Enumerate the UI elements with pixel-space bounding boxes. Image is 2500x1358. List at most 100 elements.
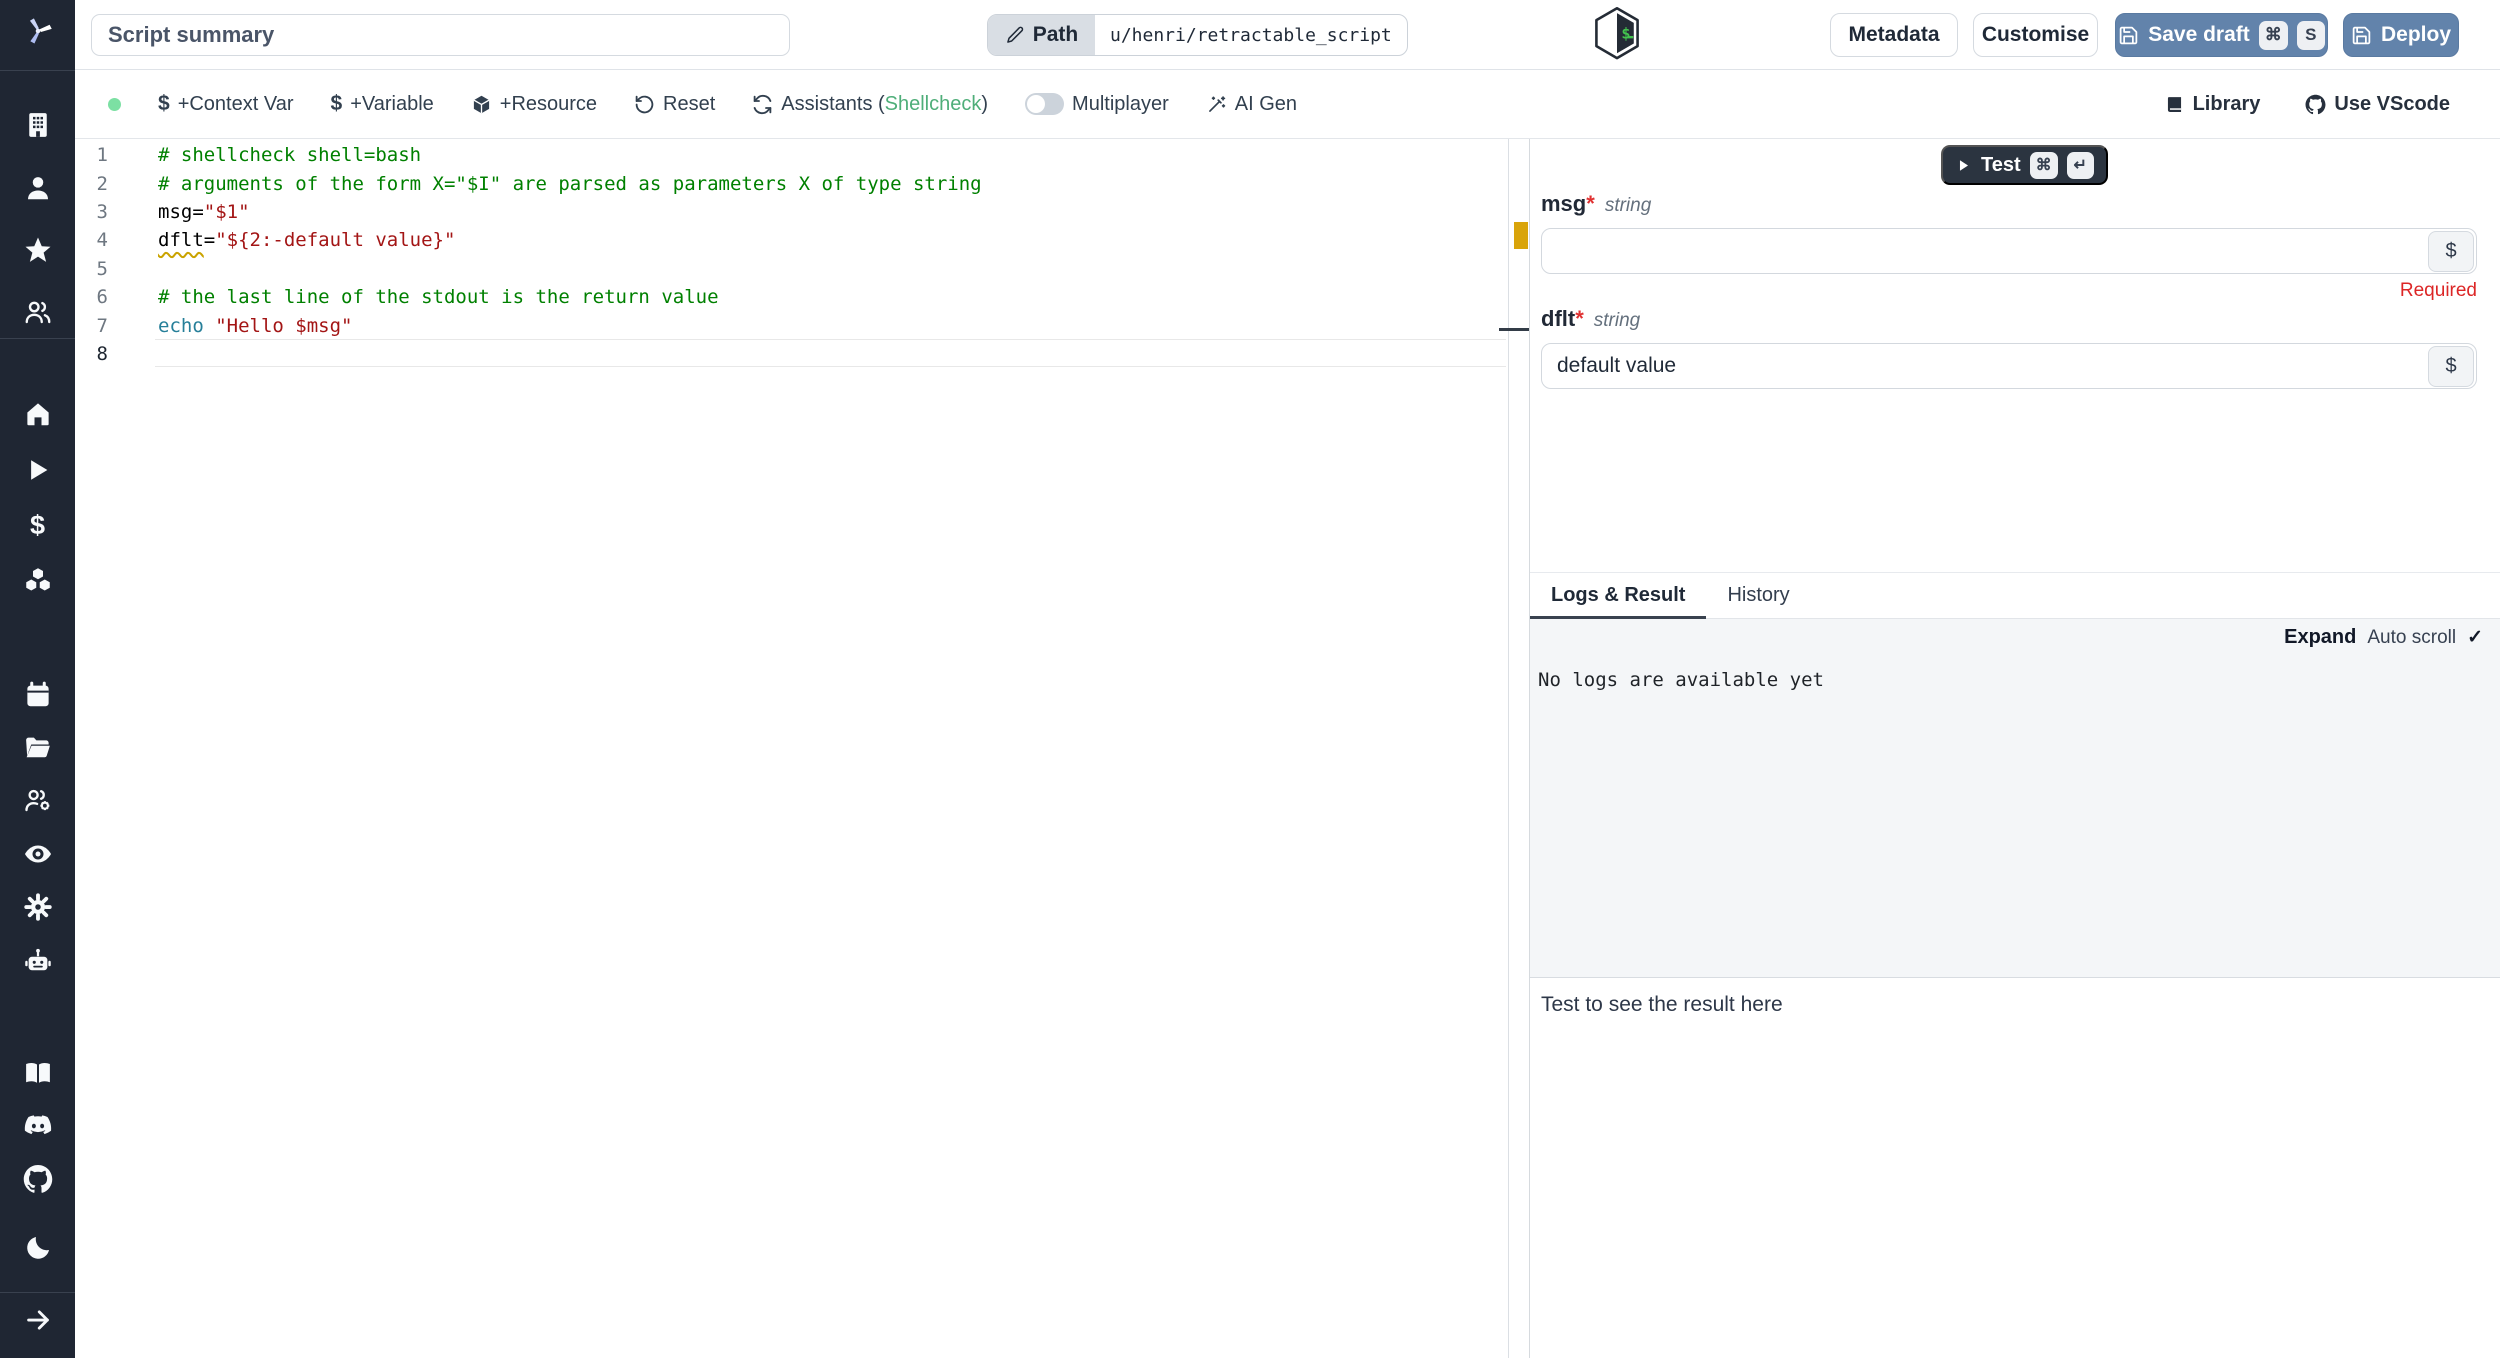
moon-icon[interactable] (22, 1232, 53, 1263)
play-icon[interactable] (22, 454, 53, 485)
test-label: Test (1981, 153, 2021, 176)
line-number: 5 (96, 257, 108, 280)
required-asterisk: * (1586, 191, 1595, 216)
play-icon (1959, 159, 1969, 171)
ai-gen-button[interactable]: AI Gen (1206, 93, 1297, 116)
path-label: Path (1032, 23, 1079, 46)
result-hint: Test to see the result here (1541, 993, 1783, 1016)
check-icon[interactable]: ✓ (2467, 626, 2483, 649)
dflt-input[interactable] (1541, 343, 2477, 389)
pane-splitter[interactable] (1499, 139, 1530, 1358)
code-line[interactable]: 8 (75, 340, 1508, 368)
arg-type: string (1604, 195, 1652, 216)
dollar-icon[interactable]: $ (22, 510, 53, 541)
deploy-button[interactable]: Deploy (2343, 13, 2459, 57)
windmill-logo-icon[interactable] (21, 14, 55, 48)
customise-label: Customise (1981, 23, 2090, 46)
folder-open-icon[interactable] (22, 731, 53, 762)
autoscroll-label[interactable]: Auto scroll (2367, 627, 2456, 649)
script-summary-input[interactable] (91, 14, 790, 56)
multiplayer-toggle-group: Multiplayer (1025, 93, 1169, 116)
save-draft-label: Save draft (2148, 23, 2250, 46)
sidebar-divider (0, 1292, 75, 1293)
wand-sparkles-icon (1208, 95, 1225, 112)
tab-history[interactable]: History (1706, 573, 1810, 618)
code-text: echo "Hello $msg" (158, 314, 353, 337)
reset-button[interactable]: Reset (634, 93, 715, 116)
github-icon[interactable] (22, 1163, 53, 1194)
metadata-label: Metadata (1848, 23, 1940, 46)
code-line[interactable]: 2 # arguments of the form X="$I" are pars… (75, 169, 1508, 197)
gear-icon[interactable] (22, 891, 53, 922)
kbd-enter: ↵ (2066, 151, 2094, 179)
github-icon (2305, 94, 2326, 114)
kbd-cmd: ⌘ (2258, 20, 2288, 50)
arg-type: string (1593, 310, 1641, 331)
home-icon[interactable] (22, 398, 53, 429)
refresh-icon (754, 94, 772, 114)
users-icon[interactable] (22, 296, 53, 327)
arg-label-msg: msg* string (1541, 191, 1652, 216)
tab-logs-result[interactable]: Logs & Result (1530, 573, 1707, 619)
toggle-knob (1027, 95, 1046, 113)
customise-button[interactable]: Customise (1973, 13, 2098, 57)
code-line[interactable]: 7 echo "Hello $msg" (75, 311, 1508, 339)
required-asterisk: * (1575, 306, 1584, 331)
edit-path-button[interactable]: Path (988, 15, 1095, 55)
library-button[interactable]: Library (2164, 93, 2260, 116)
sidebar: $ (0, 0, 75, 1358)
use-vscode-button[interactable]: Use VScode (2305, 93, 2450, 116)
code-line[interactable]: 6 # the last line of the stdout is the re… (75, 283, 1508, 311)
logs-area: Expand Auto scroll ✓ No logs are availab… (1530, 619, 2500, 978)
add-context-var-button[interactable]: $ +Context Var (158, 92, 294, 116)
bash-language-icon: $ (1591, 5, 1643, 63)
insert-variable-button[interactable]: $ (2428, 230, 2474, 272)
cube-icon (473, 95, 490, 113)
save-icon (2352, 26, 2371, 44)
dollar-icon: $ (158, 92, 170, 115)
code-lines: 1 # shellcheck shell=bash 2 # arguments of … (75, 141, 1508, 368)
dollar-icon: $ (2445, 239, 2457, 262)
eye-icon[interactable] (22, 838, 53, 869)
expand-button[interactable]: Expand (2284, 626, 2356, 649)
line-number: 2 (96, 172, 108, 195)
no-logs-message: No logs are available yet (1538, 669, 1824, 691)
line-number: 1 (96, 144, 108, 167)
code-editor[interactable]: 1 # shellcheck shell=bash 2 # arguments of … (75, 139, 1509, 1358)
code-line[interactable]: 3 msg="$1" (75, 198, 1508, 226)
star-icon[interactable] (22, 234, 53, 265)
building-icon[interactable] (22, 109, 53, 140)
code-line[interactable]: 4 dflt="${2:-default value}" (75, 226, 1508, 254)
code-line[interactable]: 1 # shellcheck shell=bash (75, 141, 1508, 169)
assistants-button[interactable]: Assistants (Shellcheck) (752, 93, 988, 116)
shellcheck-label: Shellcheck (884, 92, 982, 115)
code-text: msg="$1" (158, 200, 250, 223)
test-button[interactable]: Test ⌘ ↵ (1941, 145, 2108, 185)
insert-variable-button[interactable]: $ (2428, 345, 2474, 387)
assistants-label: Assistants (Shellcheck) (781, 92, 989, 115)
add-variable-button[interactable]: $ +Variable (331, 92, 434, 116)
content-split: 1 # shellcheck shell=bash 2 # arguments of … (75, 139, 2500, 1358)
book-open-icon[interactable] (22, 1057, 53, 1088)
discord-icon[interactable] (22, 1109, 53, 1140)
pencil-icon (1006, 26, 1023, 43)
code-line[interactable]: 5 (75, 255, 1508, 283)
overview-ruler-warning-mark (1514, 222, 1528, 249)
multiplayer-toggle[interactable] (1025, 93, 1065, 115)
arg-label-dflt: dflt* string (1541, 306, 1641, 331)
kbd-cmd: ⌘ (2029, 151, 2058, 179)
script-path[interactable]: u/henri/retractable_script (1095, 15, 1407, 55)
calendar-icon[interactable] (22, 679, 53, 710)
cubes-icon[interactable] (22, 565, 53, 596)
robot-icon[interactable] (22, 945, 53, 976)
add-resource-button[interactable]: +Resource (471, 93, 597, 116)
user-icon[interactable] (22, 172, 53, 203)
users-cog-icon[interactable] (22, 784, 53, 815)
ai-gen-label: AI Gen (1234, 92, 1298, 115)
metadata-button[interactable]: Metadata (1830, 13, 1958, 57)
arrow-right-icon[interactable] (22, 1304, 53, 1335)
save-draft-button[interactable]: Save draft ⌘ S (2115, 13, 2328, 57)
msg-input[interactable] (1541, 228, 2477, 274)
dollar-icon: $ (2445, 354, 2457, 377)
overview-ruler-cursor-mark (1499, 328, 1529, 331)
